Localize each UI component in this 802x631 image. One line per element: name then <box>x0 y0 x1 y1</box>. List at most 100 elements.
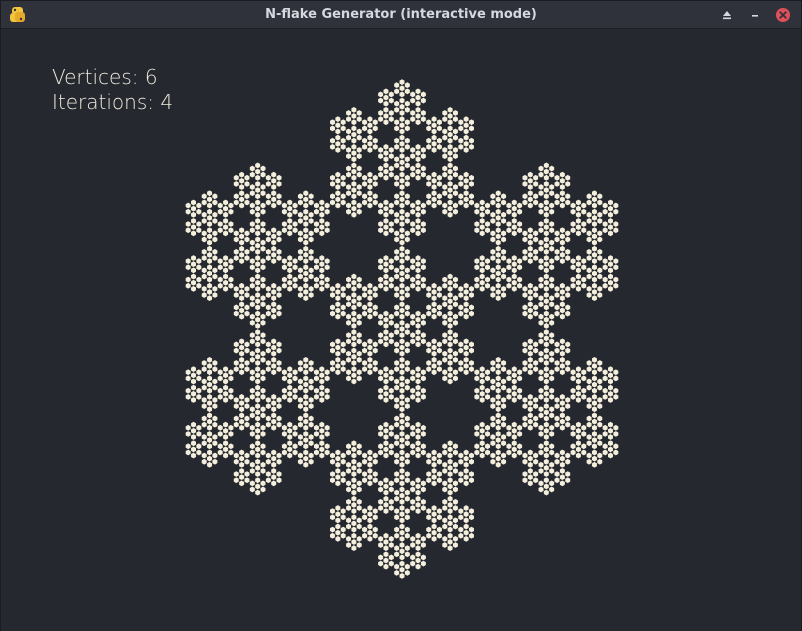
hexagon-cell <box>287 255 293 261</box>
hexagon-cell <box>436 341 442 348</box>
hexagon-cell <box>410 498 416 505</box>
hexagon-cell <box>608 427 613 434</box>
hexagon-cell <box>394 292 400 298</box>
hexagon-cell <box>340 471 346 477</box>
hexagon-cell <box>394 495 400 502</box>
hexagon-cell <box>415 378 421 385</box>
hexagon-cell <box>597 267 603 274</box>
hexagon-cell <box>463 282 469 289</box>
hexagon-cell <box>463 196 469 203</box>
eject-icon <box>723 11 731 20</box>
hexagon-cell <box>223 446 229 453</box>
hexagon-cell <box>399 307 405 314</box>
hexagon-cell <box>346 536 352 542</box>
hexagon-cell <box>239 363 245 369</box>
hexagon-cell <box>404 495 410 502</box>
hexagon-cell <box>527 196 533 203</box>
hexagon-cell <box>554 199 560 206</box>
hexagon-cell <box>511 378 517 385</box>
hexagon-cell <box>452 276 458 283</box>
hexagon-cell <box>378 153 384 160</box>
hexagon-cell <box>426 341 432 348</box>
hexagon-cell <box>335 455 341 462</box>
hexagon-cell <box>265 421 271 428</box>
hexagon-cell <box>410 375 416 382</box>
title-bar[interactable]: N-flake Generator (interactive mode) <box>1 1 801 29</box>
hexagon-cell <box>447 211 453 218</box>
hexagon-cell <box>233 347 239 354</box>
hexagon-cell <box>527 252 533 258</box>
hexagon-cell <box>415 218 421 224</box>
hexagon-cell <box>356 165 362 172</box>
hexagon-cell <box>575 440 581 447</box>
hexagon-cell <box>378 424 384 431</box>
hexagon-cell <box>415 205 421 212</box>
hexagon-cell <box>586 236 592 243</box>
hexagon-cell <box>447 353 453 360</box>
hexagon-cell <box>356 523 362 530</box>
minimize-button[interactable] <box>745 5 765 25</box>
hexagon-cell <box>265 471 271 477</box>
hexagon-cell <box>426 292 432 298</box>
hexagon-cell <box>538 375 544 382</box>
eject-button[interactable] <box>717 5 737 25</box>
hexagon-cell <box>351 304 357 311</box>
hexagon-cell <box>276 403 282 410</box>
hexagon-cell <box>501 286 507 292</box>
hexagon-cell <box>212 248 218 255</box>
hexagon-cell <box>351 335 357 342</box>
hexagon-cell <box>313 394 319 400</box>
hexagon-cell <box>287 267 293 274</box>
hexagon-cell <box>420 369 426 376</box>
hexagon-cell <box>527 356 533 363</box>
hexagon-cell <box>399 437 405 443</box>
hexagon-cell <box>223 224 229 231</box>
close-button[interactable] <box>773 5 793 25</box>
hexagon-cell <box>442 319 448 326</box>
hexagon-cell <box>201 218 207 224</box>
hexagon-cell <box>511 427 517 434</box>
hexagon-cell <box>233 255 239 261</box>
hexagon-cell <box>570 227 576 234</box>
hexagon-cell <box>271 289 277 295</box>
hexagon-cell <box>303 400 309 406</box>
hexagon-cell <box>239 282 245 289</box>
hexagon-cell <box>313 258 319 264</box>
hexagon-cell <box>565 199 571 206</box>
hexagon-cell <box>447 446 453 453</box>
hexagon-cell <box>543 403 549 410</box>
hexagon-cell <box>581 276 587 283</box>
hexagon-cell <box>554 366 560 372</box>
hexagon-cell <box>388 486 394 493</box>
hexagon-cell <box>356 319 362 326</box>
hexagon-cell <box>319 434 325 440</box>
hexagon-cell <box>485 375 491 382</box>
hexagon-cell <box>431 449 437 456</box>
hexagon-cell <box>372 477 378 484</box>
hexagon-cell <box>394 137 400 144</box>
hexagon-cell <box>313 264 319 271</box>
hexagon-cell <box>549 221 555 227</box>
hexagon-cell <box>538 264 544 271</box>
hexagon-cell <box>522 471 528 477</box>
hexagon-cell <box>313 431 319 437</box>
hexagon-cell <box>458 341 464 348</box>
canvas-area[interactable]: Vertices: 6 Iterations: 4 <box>1 29 801 631</box>
hexagon-cell <box>276 415 282 422</box>
hexagon-cell <box>490 273 496 280</box>
hexagon-cell <box>608 218 613 224</box>
hexagon-cell <box>554 452 560 459</box>
hexagon-cell <box>394 489 400 496</box>
hexagon-cell <box>447 465 453 471</box>
hexagon-cell <box>340 532 346 539</box>
hexagon-cell <box>346 276 352 283</box>
hexagon-cell <box>511 273 517 280</box>
hexagon-cell <box>575 434 581 440</box>
hexagon-cell <box>597 236 603 243</box>
hexagon-cell <box>549 276 555 283</box>
hexagon-cell <box>442 338 448 345</box>
hexagon-cell <box>383 335 389 342</box>
hexagon-cell <box>308 211 314 218</box>
hexagon-cell <box>506 443 512 450</box>
hexagon-cell <box>207 394 213 400</box>
